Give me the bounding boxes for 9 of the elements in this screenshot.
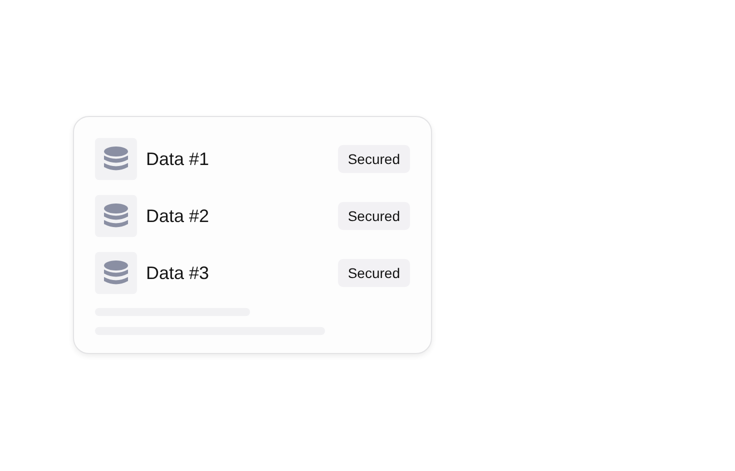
item-name: Data #1 (146, 148, 210, 170)
item-name: Data #3 (146, 262, 210, 284)
database-icon (95, 138, 137, 180)
database-icon (95, 252, 137, 294)
status-badge: Secured (338, 259, 410, 287)
database-icon (95, 195, 137, 237)
status-badge: Secured (338, 202, 410, 230)
status-badge: Secured (338, 145, 410, 173)
item-name: Data #2 (146, 206, 210, 226)
